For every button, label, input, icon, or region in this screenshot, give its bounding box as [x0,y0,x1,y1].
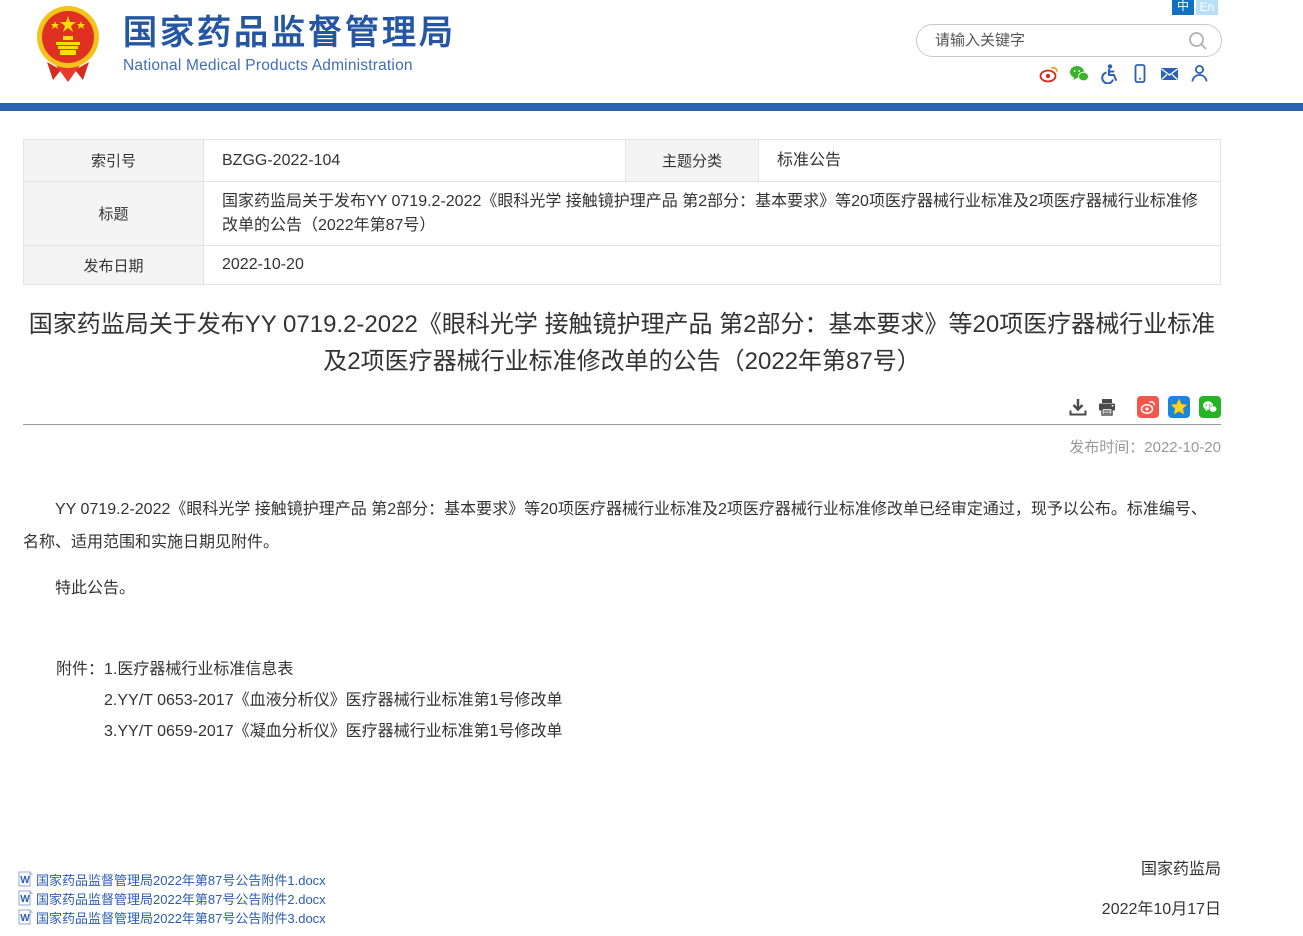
attachment-item-3: 3.YY/T 0659-2017《凝血分析仪》医疗器械行业标准第1号修改单 [104,716,562,747]
main-content: 索引号 BZGG-2022-104 主题分类 标准公告 标题 国家药监局关于发布… [23,139,1221,919]
meta-date-label: 发布日期 [24,246,204,284]
article-paragraph-1: YY 0719.2-2022《眼科光学 接触镜护理产品 第2部分：基本要求》等2… [23,493,1221,559]
lang-chinese-button[interactable]: 中 [1172,0,1194,15]
mail-icon[interactable] [1159,63,1180,84]
site-title-english: National Medical Products Administration [123,57,456,75]
accessibility-icon[interactable] [1099,63,1120,84]
weibo-icon[interactable] [1039,63,1060,84]
share-weibo-icon[interactable] [1137,396,1159,418]
page-title: 国家药监局关于发布YY 0719.2-2022《眼科光学 接触镜护理产品 第2部… [23,306,1221,380]
attachment-file-link-2[interactable]: W 国家药品监督管理局2022年第87号公告附件2.docx [18,889,326,907]
header-divider-bar [0,103,1303,111]
svg-text:W: W [20,913,30,924]
meta-index-value: BZGG-2022-104 [204,140,626,182]
attachments-block: 附件： 1.医疗器械行业标准信息表 2.YY/T 0653-2017《血液分析仪… [56,654,1221,747]
attachment-item-2: 2.YY/T 0653-2017《血液分析仪》医疗器械行业标准第1号修改单 [104,685,562,716]
search-box [916,24,1222,57]
lang-english-button[interactable]: En [1196,0,1218,15]
language-toggle: 中 En [1172,0,1218,15]
user-icon[interactable] [1189,63,1210,84]
word-doc-icon: W [18,890,33,906]
attachments-list: 1.医疗器械行业标准信息表 2.YY/T 0653-2017《血液分析仪》医疗器… [104,654,562,747]
meta-category-label: 主题分类 [626,140,759,182]
meta-title-value: 国家药监局关于发布YY 0719.2-2022《眼科光学 接触镜护理产品 第2部… [204,182,1220,246]
search-input[interactable] [917,32,1187,49]
publish-time: 发布时间：2022-10-20 [23,436,1221,457]
article-toolbar [23,396,1221,418]
meta-date-value: 2022-10-20 [204,246,1220,284]
svg-text:W: W [20,875,30,886]
download-icon[interactable] [1068,397,1088,417]
meta-title-label: 标题 [24,182,204,246]
share-qzone-icon[interactable] [1168,396,1190,418]
search-button[interactable] [1187,25,1221,56]
print-icon[interactable] [1097,397,1117,417]
attachment-item-1: 1.医疗器械行业标准信息表 [104,654,562,685]
mobile-icon[interactable] [1129,63,1150,84]
attachment-file-link-3[interactable]: W 国家药品监督管理局2022年第87号公告附件3.docx [18,908,326,926]
word-doc-icon: W [18,909,33,925]
header-quick-links [1039,63,1210,84]
share-wechat-icon[interactable] [1199,396,1221,418]
attachment-download-links: W 国家药品监督管理局2022年第87号公告附件1.docx W 国家药品监督管… [18,870,326,927]
site-brand[interactable]: 国家药品监督管理局 National Medical Products Admi… [33,4,456,84]
article-paragraph-2: 特此公告。 [23,572,1221,605]
brand-text: 国家药品监督管理局 National Medical Products Admi… [123,13,456,75]
publish-time-label: 发布时间： [1069,439,1144,456]
site-header: 国家药品监督管理局 National Medical Products Admi… [0,0,1303,103]
search-icon [1187,30,1209,52]
document-meta-table: 索引号 BZGG-2022-104 主题分类 标准公告 标题 国家药监局关于发布… [23,139,1221,285]
word-doc-icon: W [18,871,33,887]
wechat-icon[interactable] [1069,63,1090,84]
site-title: 国家药品监督管理局 [123,13,456,53]
meta-category-value: 标准公告 [759,140,1220,182]
national-emblem-logo [33,4,103,84]
meta-index-label: 索引号 [24,140,204,182]
svg-text:W: W [20,894,30,905]
publish-time-value: 2022-10-20 [1144,439,1221,456]
attachment-file-link-1[interactable]: W 国家药品监督管理局2022年第87号公告附件1.docx [18,870,326,888]
title-divider [23,424,1221,425]
attachments-label: 附件： [56,654,104,747]
